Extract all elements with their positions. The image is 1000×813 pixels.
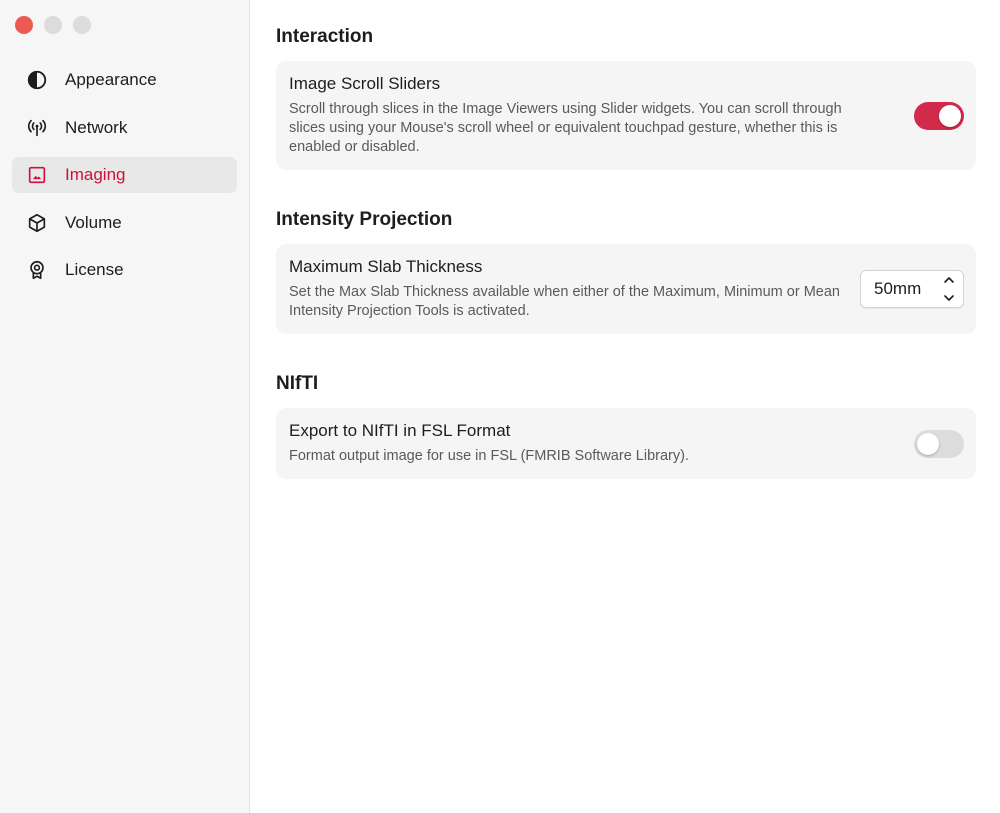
sidebar-item-label: Volume [65, 212, 122, 232]
toggle-knob [917, 432, 939, 455]
sidebar-item-imaging[interactable]: Imaging [12, 157, 237, 193]
section-title-nifti: NIfTI [276, 373, 319, 394]
sidebar-item-network[interactable]: Network [12, 110, 237, 146]
toggle-knob [939, 104, 961, 127]
half-circle-icon [25, 68, 49, 92]
scroll-sliders-toggle[interactable] [914, 101, 964, 130]
sidebar-item-label: Network [65, 117, 128, 137]
setting-description: Format output image for use in FSL (FMRI… [289, 448, 689, 464]
minimize-window-button[interactable] [44, 16, 62, 34]
award-icon [25, 258, 49, 282]
setting-card-export-fsl: Export to NIfTI in FSL Format Format out… [276, 408, 976, 479]
section-title-interaction: Interaction [276, 26, 374, 47]
sidebar: Appearance Network Imaging Volume Licens… [0, 0, 250, 813]
setting-description: Set the Max Slab Thickness available whe… [289, 284, 840, 319]
sidebar-item-license[interactable]: License [12, 252, 237, 288]
antenna-icon [25, 116, 49, 140]
sidebar-item-label: Imaging [65, 165, 126, 184]
section-title-intensity-projection: Intensity Projection [276, 209, 453, 230]
slab-thickness-value: 50mm [874, 279, 922, 298]
setting-text: Image Scroll Sliders Scroll through slic… [289, 74, 914, 157]
chevron-down-icon[interactable] [943, 293, 955, 303]
sidebar-nav: Appearance Network Imaging Volume Licens… [12, 62, 237, 300]
close-window-button[interactable] [15, 16, 33, 34]
setting-text: Maximum Slab Thickness Set the Max Slab … [289, 257, 860, 321]
chevron-up-icon[interactable] [943, 275, 955, 285]
setting-text: Export to NIfTI in FSL Format Format out… [289, 421, 914, 466]
stepper-arrows [943, 275, 955, 303]
cube-icon [25, 211, 49, 235]
setting-title: Image Scroll Sliders [289, 74, 441, 93]
setting-card-scroll-sliders: Image Scroll Sliders Scroll through slic… [276, 61, 976, 170]
setting-title: Maximum Slab Thickness [289, 257, 483, 276]
settings-content: Interaction Image Scroll Sliders Scroll … [250, 0, 1000, 813]
sidebar-item-label: License [65, 260, 124, 279]
sidebar-item-volume[interactable]: Volume [12, 205, 237, 241]
slab-thickness-stepper[interactable]: 50mm [860, 270, 964, 308]
sidebar-item-label: Appearance [65, 70, 157, 89]
preferences-window: Appearance Network Imaging Volume Licens… [0, 0, 1000, 813]
image-icon [25, 163, 49, 187]
export-fsl-toggle[interactable] [914, 429, 964, 458]
setting-description: Scroll through slices in the Image Viewe… [289, 101, 842, 155]
window-controls [15, 16, 91, 34]
sidebar-item-appearance[interactable]: Appearance [12, 62, 237, 98]
zoom-window-button[interactable] [73, 16, 91, 34]
setting-card-slab-thickness: Maximum Slab Thickness Set the Max Slab … [276, 244, 976, 334]
setting-title: Export to NIfTI in FSL Format [289, 421, 511, 440]
